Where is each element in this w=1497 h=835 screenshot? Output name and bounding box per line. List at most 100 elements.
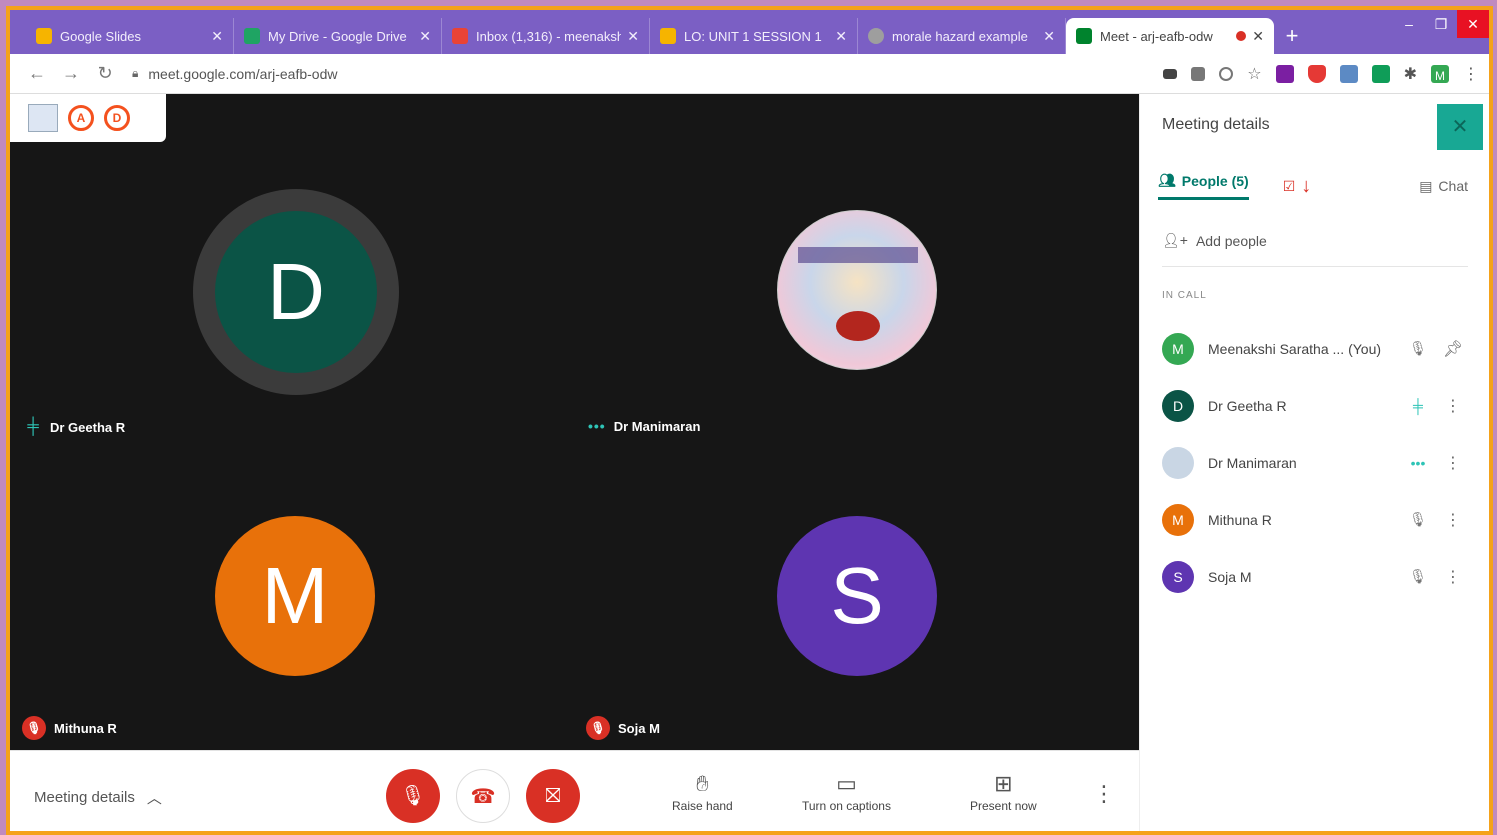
- close-icon[interactable]: ✕: [1252, 28, 1264, 45]
- tab-google-slides[interactable]: Google Slides ✕: [26, 18, 234, 54]
- add-person-icon: 👤︎+: [1162, 232, 1188, 248]
- avatar: M: [1162, 503, 1194, 536]
- back-icon[interactable]: ←: [20, 63, 54, 84]
- participant-name: Mithuna R: [1208, 511, 1272, 528]
- video-tile: D ╪ Dr Geetha R: [10, 94, 574, 435]
- avatar: D: [1162, 389, 1194, 422]
- lock-icon: 🔒︎: [132, 66, 139, 80]
- participant-row[interactable]: M Mithuna R 🎙︎ ⋮: [1162, 491, 1468, 548]
- more-options-icon[interactable]: ⋮: [1438, 567, 1468, 587]
- profile-avatar[interactable]: M: [1431, 64, 1449, 83]
- add-people-button[interactable]: 👤︎+ Add people: [1162, 232, 1267, 249]
- more-options-icon[interactable]: ⋮: [1438, 396, 1468, 416]
- meet-icon: [1076, 28, 1092, 44]
- drive-icon: [244, 28, 260, 44]
- mic-toggle-button[interactable]: 🎙︎: [386, 769, 440, 823]
- extension-blue-icon[interactable]: [1339, 64, 1358, 83]
- hand-icon: ✋︎: [696, 771, 709, 796]
- present-label: Present now: [970, 799, 1037, 813]
- more-options-icon[interactable]: ⋮: [1093, 781, 1115, 807]
- nameplate: 🎙︎ Soja M: [586, 716, 660, 740]
- pin-icon[interactable]: 📌︎: [1438, 339, 1468, 359]
- browser-menu-icon[interactable]: ⋮: [1463, 64, 1479, 84]
- attendance-extension-button[interactable]: ☑ ↓: [1283, 175, 1312, 198]
- camera-toggle-button[interactable]: ⛝: [526, 769, 580, 823]
- close-icon[interactable]: ✕: [1043, 28, 1055, 45]
- tab-gmail[interactable]: Inbox (1,316) - meenakshi ✕: [442, 18, 650, 54]
- captions-label: Turn on captions: [802, 799, 891, 813]
- mic-off-icon: 🎙︎: [586, 716, 610, 740]
- translate-icon[interactable]: [1191, 66, 1206, 81]
- camera-off-icon: ⛝: [545, 785, 561, 807]
- more-options-icon[interactable]: ⋮: [1438, 510, 1468, 530]
- checklist-icon: ☑: [1282, 177, 1296, 194]
- people-tab-label: People (5): [1181, 172, 1249, 189]
- present-now-button[interactable]: ⊞ Present now: [970, 771, 1037, 813]
- extensions-area: ☆ ✱ M ⋮: [1163, 64, 1479, 84]
- logo-banner: [798, 247, 918, 263]
- tab-title: Inbox (1,316) - meenakshi: [476, 28, 622, 44]
- people-icon: 👥︎: [1158, 172, 1176, 188]
- video-tile: ••• Dr Manimaran: [574, 94, 1138, 434]
- participant-row[interactable]: S Soja M 🎙︎ ⋮: [1162, 548, 1468, 605]
- mic-off-icon: 🎙︎: [1409, 511, 1427, 527]
- zoom-icon[interactable]: [1219, 66, 1234, 81]
- extension-shield-icon[interactable]: [1307, 64, 1326, 83]
- close-icon[interactable]: ✕: [627, 28, 639, 45]
- participant-name: Soja M: [1208, 568, 1252, 585]
- minimize-button[interactable]: –: [1393, 10, 1425, 38]
- extensions-puzzle-icon[interactable]: ✱: [1404, 64, 1417, 84]
- avatar: M: [1162, 332, 1194, 365]
- video-grid: A D D ╪ Dr Geetha R ••• Dr Manimaran M 🎙…: [10, 94, 1139, 750]
- raise-hand-button[interactable]: ✋︎ Raise hand: [672, 771, 733, 813]
- speaking-icon: ╪: [1413, 397, 1423, 414]
- more-options-icon[interactable]: ⋮: [1438, 453, 1468, 473]
- window-close-button[interactable]: ✕: [1457, 10, 1489, 38]
- chat-icon: ▤: [1419, 177, 1433, 194]
- meeting-details-panel: Meeting details ✕ 👥︎ People (5) ☑ ↓ ▤ Ch…: [1139, 94, 1489, 831]
- tab-meet[interactable]: Meet - arj-eafb-odw ✕: [1066, 18, 1274, 54]
- close-icon[interactable]: ✕: [419, 28, 431, 45]
- panel-close-button[interactable]: ✕: [1437, 104, 1483, 150]
- tab-title: Meet - arj-eafb-odw: [1100, 28, 1213, 44]
- url-field[interactable]: 🔒︎ meet.google.com/arj-eafb-odw: [132, 66, 1163, 82]
- close-icon[interactable]: ✕: [835, 28, 847, 45]
- maximize-button[interactable]: ❐: [1425, 10, 1457, 38]
- participant-row[interactable]: D Dr Geetha R ╪ ⋮: [1162, 377, 1468, 434]
- participant-name: Soja M: [618, 720, 660, 736]
- raise-hand-label: Raise hand: [672, 799, 733, 813]
- tab-chat[interactable]: ▤ Chat: [1419, 178, 1468, 195]
- tab-title: Google Slides: [60, 28, 141, 44]
- participant-name: Meenakshi Saratha ... (You): [1208, 340, 1382, 357]
- leave-call-button[interactable]: ☎︎: [456, 769, 510, 823]
- camera-icon[interactable]: [1163, 68, 1178, 79]
- star-icon[interactable]: ☆: [1247, 64, 1261, 84]
- meeting-details-toggle[interactable]: Meeting details ︿: [34, 787, 162, 808]
- extension-purple-icon[interactable]: [1275, 64, 1294, 83]
- extension-green-grid-icon[interactable]: [1371, 64, 1390, 83]
- tab-google-drive[interactable]: My Drive - Google Drive ✕: [234, 18, 442, 54]
- panel-title: Meeting details: [1162, 116, 1270, 133]
- tab-lo-unit[interactable]: LO: UNIT 1 SESSION 1 ✕: [650, 18, 858, 54]
- forward-icon[interactable]: →: [54, 63, 88, 84]
- globe-icon: [868, 28, 884, 44]
- profile-image-avatar: [777, 210, 937, 370]
- participant-row[interactable]: Dr Manimaran ••• ⋮: [1162, 434, 1468, 491]
- tab-morale-hazard[interactable]: morale hazard example ✕: [858, 18, 1066, 54]
- captions-button[interactable]: ▭ Turn on captions: [802, 771, 891, 813]
- close-icon[interactable]: ✕: [211, 28, 223, 45]
- mic-off-icon: 🎙︎: [400, 785, 426, 807]
- avatar: S: [777, 516, 937, 676]
- participant-name: Dr Geetha R: [1208, 397, 1287, 414]
- url-text: meet.google.com/arj-eafb-odw: [148, 65, 338, 82]
- participant-row[interactable]: M Meenakshi Saratha ... (You) 🎙︎ 📌︎: [1162, 320, 1468, 377]
- new-tab-button[interactable]: +: [1274, 18, 1310, 54]
- avatar: S: [1162, 560, 1194, 593]
- tab-title: My Drive - Google Drive: [268, 28, 407, 44]
- tab-people[interactable]: 👥︎ People (5): [1158, 172, 1249, 200]
- call-controls-bar: Meeting details ︿ 🎙︎ ☎︎ ⛝ ✋︎ Raise hand …: [10, 750, 1139, 831]
- participant-name: Dr Manimaran: [1208, 454, 1297, 471]
- avatar: M: [215, 516, 375, 676]
- slides-icon: [660, 28, 676, 44]
- reload-icon[interactable]: ↻: [88, 63, 122, 84]
